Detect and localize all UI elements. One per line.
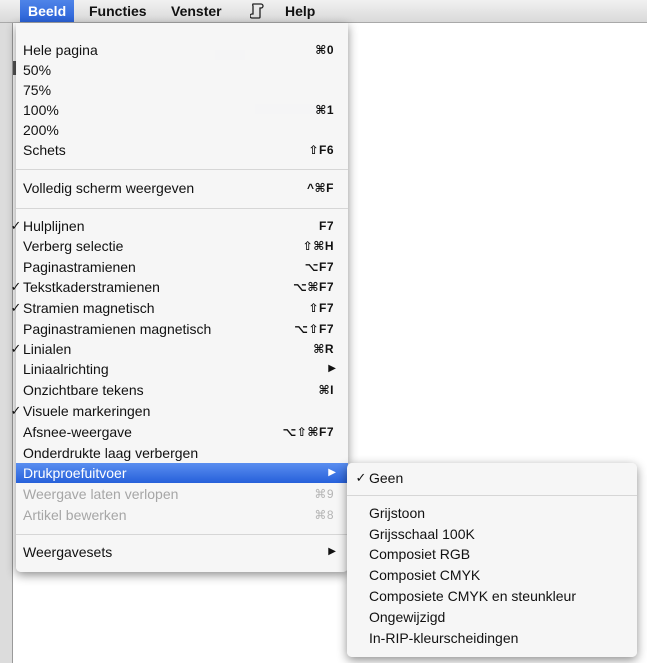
shortcut: ⌥⌘F7 <box>293 280 334 294</box>
menu-help[interactable]: Help <box>277 0 323 22</box>
shortcut: ⇧⌘H <box>302 239 334 253</box>
checkmark-icon: ✓ <box>10 300 22 315</box>
menu-item-onzichtbare-tekens[interactable]: Onzichtbare tekens ⌘I <box>16 380 348 400</box>
shortcut: ⌘I <box>318 383 334 397</box>
submenu-item-grijsschaal[interactable]: Grijsschaal 100K <box>347 524 637 544</box>
shortcut: F7 <box>318 219 334 233</box>
submenu-arrow-icon: ▶ <box>328 546 336 557</box>
menu-item-drukproefuitvoer[interactable]: Drukproefuitvoer ▶ <box>16 463 348 483</box>
menu-item-200[interactable]: 200% <box>16 120 348 140</box>
submenu-item-composiet-cmyk[interactable]: Composiet CMYK <box>347 565 637 585</box>
beeld-menu: Hele pagina ⌘0 50% 75% 100% ⌘1 200% Sche… <box>11 23 348 572</box>
shortcut: ^⌘F <box>307 181 334 195</box>
menu-bar: Beeld Functies Venster Help <box>0 0 647 23</box>
menu-separator <box>16 534 348 535</box>
menu-item-visuele-markeringen[interactable]: ✓ Visuele markeringen <box>11 401 348 421</box>
shortcut: ⌘9 <box>314 487 334 501</box>
menu-separator <box>16 169 348 170</box>
checkmark-icon: ✓ <box>10 218 22 233</box>
menu-item-weergavesets[interactable]: Weergavesets ▶ <box>16 542 348 562</box>
menu-item-hele-pagina[interactable]: Hele pagina ⌘0 <box>16 40 348 60</box>
checkmark-icon: ✓ <box>10 403 22 418</box>
checkmark-icon: ✓ <box>355 470 367 485</box>
menu-item-paginastramienen[interactable]: Paginastramienen ⌥F7 <box>16 257 348 277</box>
shortcut: ⌘8 <box>314 508 334 522</box>
submenu-item-ongewijzigd[interactable]: Ongewijzigd <box>347 607 637 627</box>
menu-item-tekstkaderstramienen[interactable]: ✓ Tekstkaderstramienen ⌥⌘F7 <box>11 277 348 297</box>
shortcut: ⌘R <box>313 342 334 356</box>
menu-item-afsnee-weergave[interactable]: Afsnee-weergave ⌥⇧⌘F7 <box>16 422 348 442</box>
drukproefuitvoer-submenu: ✓ Geen Grijstoon Grijsschaal 100K Compos… <box>347 463 637 657</box>
menu-item-schets[interactable]: Schets ⇧F6 <box>16 140 348 160</box>
menu-item-hulplijnen[interactable]: ✓ Hulplijnen F7 <box>11 216 348 236</box>
menu-item-linialen[interactable]: ✓ Linialen ⌘R <box>11 339 348 359</box>
menu-separator <box>16 208 348 209</box>
shortcut: ⇧F7 <box>308 301 334 315</box>
submenu-item-geen[interactable]: ✓ Geen <box>347 468 637 488</box>
menu-functies[interactable]: Functies <box>81 0 155 22</box>
submenu-arrow-icon: ▶ <box>328 467 336 478</box>
shortcut: ⌘0 <box>315 43 334 57</box>
shortcut: ⌥F7 <box>304 260 334 274</box>
menu-venster[interactable]: Venster <box>163 0 230 22</box>
checkmark-icon: ✓ <box>10 341 22 356</box>
menu-item-volledig-scherm[interactable]: Volledig scherm weergeven ^⌘F <box>16 178 348 198</box>
menu-item-paginastramienen-magnetisch[interactable]: Paginastramienen magnetisch ⌥⇧F7 <box>16 319 348 339</box>
menu-item-50[interactable]: 50% <box>16 60 348 80</box>
submenu-item-grijstoon[interactable]: Grijstoon <box>347 503 637 523</box>
shortcut: ⌥⇧⌘F7 <box>282 425 334 439</box>
menu-item-onderdrukte-laag[interactable]: Onderdrukte laag verbergen <box>16 443 348 463</box>
submenu-item-composiet-rgb[interactable]: Composiet RGB <box>347 544 637 564</box>
menu-item-100[interactable]: 100% ⌘1 <box>16 100 348 120</box>
shortcut: ⌥⇧F7 <box>294 322 334 336</box>
submenu-item-composiete-cmyk-steunkleur[interactable]: Composiete CMYK en steunkleur <box>347 586 637 606</box>
menu-item-artikel-bewerken: Artikel bewerken ⌘8 <box>23 507 334 523</box>
submenu-arrow-icon: ▶ <box>328 363 336 374</box>
menu-item-stramien-magnetisch[interactable]: ✓ Stramien magnetisch ⇧F7 <box>11 298 348 318</box>
menu-item-verberg-selectie[interactable]: Verberg selectie ⇧⌘H <box>16 236 348 256</box>
menu-item-liniaalrichting[interactable]: Liniaalrichting ▶ <box>16 359 348 379</box>
script-icon[interactable] <box>249 3 264 19</box>
menu-beeld[interactable]: Beeld <box>20 0 75 22</box>
shortcut: ⌘1 <box>315 103 334 117</box>
submenu-item-in-rip[interactable]: In-RIP-kleurscheidingen <box>347 628 637 648</box>
menu-item-75[interactable]: 75% <box>16 80 348 100</box>
menu-item-weergave-laten-verlopen: Weergave laten verlopen ⌘9 <box>23 486 334 502</box>
menu-separator <box>347 495 637 496</box>
shortcut: ⇧F6 <box>308 143 334 157</box>
checkmark-icon: ✓ <box>10 279 22 294</box>
